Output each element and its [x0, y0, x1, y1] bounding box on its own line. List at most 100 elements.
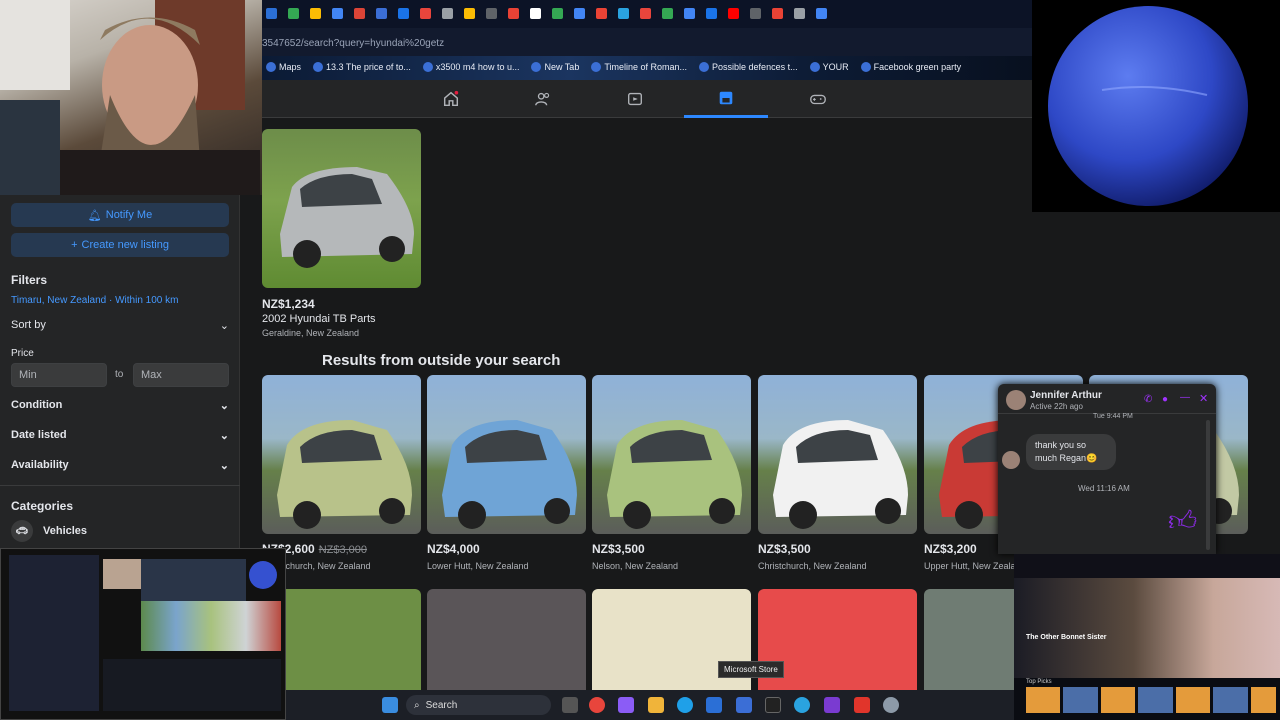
browser-tab[interactable]: [416, 0, 438, 28]
windows-start-icon[interactable]: [382, 697, 398, 713]
bookmark-item[interactable]: 13.3 The price of to...: [309, 56, 419, 72]
bookmark-favicon-icon: [531, 62, 542, 72]
copilot-icon[interactable]: [618, 697, 634, 713]
browser-tab[interactable]: [680, 0, 702, 28]
outlook-icon[interactable]: [706, 697, 722, 713]
price-max-input[interactable]: Max: [133, 363, 229, 387]
bookmark-item[interactable]: YOUR: [806, 56, 857, 72]
webcam-person: [0, 0, 260, 195]
browser-tab[interactable]: [306, 0, 328, 28]
browser-tab[interactable]: [614, 0, 636, 28]
taskbar-search[interactable]: ⌕ Search: [406, 695, 551, 715]
category-vehicles[interactable]: 🚗︎ Vehicles: [11, 520, 87, 542]
browser-tab[interactable]: [284, 0, 306, 28]
browser-tab[interactable]: [482, 0, 504, 28]
bookmark-item[interactable]: Maps: [262, 56, 309, 72]
nav-home[interactable]: [409, 80, 493, 118]
address-bar[interactable]: 3547652/search?query=hyundai%20getz: [262, 28, 1032, 56]
sort-by-dropdown[interactable]: Sort by ⌄: [11, 319, 229, 332]
browser-tab[interactable]: [460, 0, 482, 28]
date-listed-dropdown[interactable]: Date listed ⌄: [11, 429, 229, 442]
messenger-chat-window[interactable]: Jennifer Arthur Active 22h ago ✆ ● — ✕ T…: [998, 384, 1216, 554]
bookmark-item[interactable]: Facebook green party: [857, 56, 970, 72]
browser-tab[interactable]: [768, 0, 790, 28]
listing-image[interactable]: [592, 375, 751, 534]
browser-tab[interactable]: [702, 0, 724, 28]
browser-tab[interactable]: [526, 0, 548, 28]
browser-tab[interactable]: [328, 0, 350, 28]
condition-dropdown[interactable]: Condition ⌄: [11, 399, 229, 412]
nav-video[interactable]: [593, 80, 677, 118]
create-listing-button[interactable]: + Create new listing: [11, 233, 229, 257]
browser-tab[interactable]: [394, 0, 416, 28]
neptune-image: [1048, 6, 1248, 206]
browser-tab-strip[interactable]: [262, 0, 1032, 28]
browser-tab[interactable]: [812, 0, 834, 28]
chrome-icon[interactable]: [589, 697, 605, 713]
marketplace-icon: [719, 91, 733, 104]
bookmark-item[interactable]: Timeline of Roman...: [587, 56, 695, 72]
video-call-icon[interactable]: ●: [1162, 394, 1168, 405]
browser-tab[interactable]: [592, 0, 614, 28]
preview-panel: [9, 555, 99, 711]
bookmark-item[interactable]: New Tab: [527, 56, 587, 72]
obs-icon[interactable]: [824, 697, 840, 713]
listing-image[interactable]: [427, 375, 586, 534]
price-min-input[interactable]: Min: [11, 363, 107, 387]
phone-icon[interactable]: ✆: [1144, 394, 1152, 405]
desktop-preview-overlay: [0, 548, 286, 720]
task-view-icon[interactable]: [562, 697, 578, 713]
outside-search-heading: Results from outside your search: [322, 352, 561, 369]
availability-dropdown[interactable]: Availability ⌄: [11, 459, 229, 472]
browser-tab[interactable]: [790, 0, 812, 28]
settings-icon[interactable]: [883, 697, 899, 713]
chat-contact-name[interactable]: Jennifer Arthur: [1030, 390, 1102, 401]
browser-tab[interactable]: [746, 0, 768, 28]
notify-me-button[interactable]: 🔔︎ Notify Me: [11, 203, 229, 227]
minimize-icon[interactable]: —: [1180, 392, 1190, 403]
tab-favicon-icon: [816, 8, 827, 19]
browser-tab[interactable]: [658, 0, 680, 28]
bookmark-item[interactable]: Possible defences t...: [695, 56, 806, 72]
browser-tab[interactable]: [724, 0, 746, 28]
browser-tab[interactable]: [548, 0, 570, 28]
preview-listings: [141, 601, 281, 651]
availability-label: Availability: [11, 459, 69, 471]
nav-marketplace[interactable]: [684, 80, 768, 118]
top-listing-image[interactable]: [262, 129, 421, 288]
listing-old-price: NZ$3,000: [318, 544, 368, 556]
chatgpt-icon[interactable]: [765, 697, 781, 713]
browser-tab[interactable]: [438, 0, 460, 28]
vehicles-label: Vehicles: [43, 525, 88, 537]
listing-image[interactable]: [262, 375, 421, 534]
bookmark-label: New Tab: [544, 62, 580, 72]
microsoft-store-icon[interactable]: [736, 697, 752, 713]
browser-tab[interactable]: [350, 0, 372, 28]
chat-scrollbar[interactable]: [1206, 420, 1210, 550]
edge-icon[interactable]: [677, 697, 693, 713]
listing-image[interactable]: [758, 375, 917, 534]
browser-tab[interactable]: [262, 0, 284, 28]
bookmark-item[interactable]: x3500 m4 how to u...: [419, 56, 528, 72]
file-explorer-icon[interactable]: [648, 697, 664, 713]
close-icon[interactable]: ✕: [1199, 392, 1208, 405]
nav-friends[interactable]: [501, 80, 585, 118]
tab-favicon-icon: [706, 8, 717, 19]
top-listing-location: Geraldine, New Zealand: [262, 328, 360, 338]
bookmark-favicon-icon: [591, 62, 602, 72]
tab-favicon-icon: [508, 8, 519, 19]
acrobat-icon[interactable]: [854, 697, 870, 713]
bookmark-favicon-icon: [313, 62, 324, 72]
browser-tab[interactable]: [570, 0, 592, 28]
tab-favicon-icon: [662, 8, 673, 19]
telegram-icon[interactable]: [794, 697, 810, 713]
tab-favicon-icon: [552, 8, 563, 19]
top-listing-title[interactable]: 2002 Hyundai TB Parts: [262, 313, 376, 325]
location-filter[interactable]: Timaru, New Zealand · Within 100 km: [11, 295, 178, 306]
browser-tab[interactable]: [504, 0, 526, 28]
browser-tab[interactable]: [372, 0, 394, 28]
car-photo: [607, 420, 742, 529]
nav-gaming[interactable]: [776, 80, 860, 118]
browser-tab[interactable]: [636, 0, 658, 28]
taskbar-search-label: Search: [425, 699, 458, 711]
